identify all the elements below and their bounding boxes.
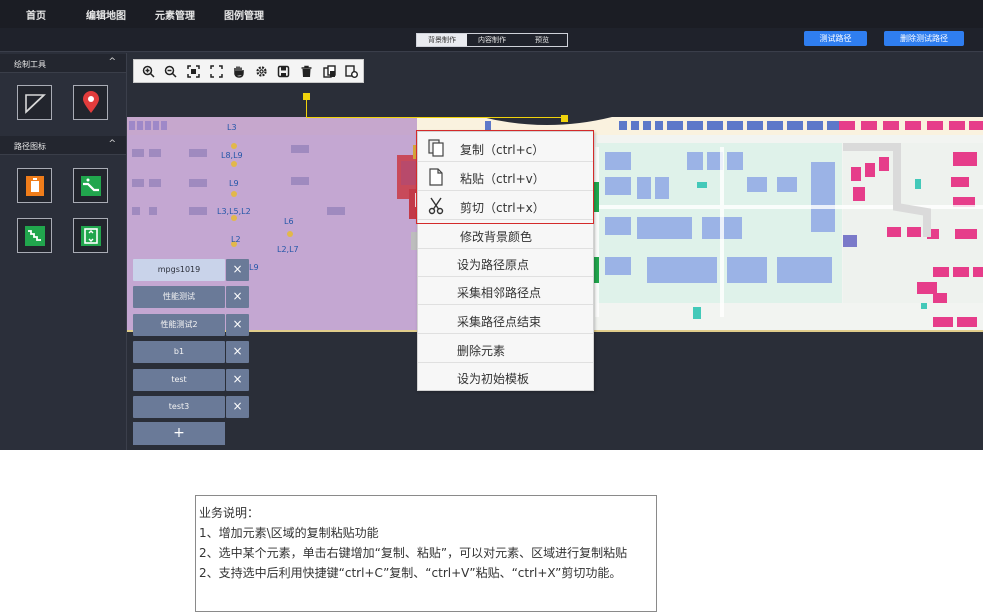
menu-item-finish-collect-points[interactable]: 采集路径点结束 — [418, 306, 593, 334]
selection-handle[interactable] — [303, 93, 310, 100]
menu-item-label: 删除元素 — [457, 344, 506, 358]
add-element-button[interactable]: + — [133, 422, 225, 445]
element-item[interactable]: 性能测试2 — [133, 314, 225, 336]
menu-item-set-path-origin[interactable]: 设为路径原点 — [418, 249, 593, 277]
element-item[interactable]: test — [133, 369, 225, 391]
menu-item-label: 剪切（ctrl+x） — [460, 201, 545, 215]
marker-tool-button[interactable] — [73, 85, 108, 120]
fullscreen-icon[interactable] — [205, 61, 228, 81]
description-line: 1、增加元素\区域的复制粘贴功能 — [199, 526, 379, 540]
close-icon[interactable]: × — [226, 369, 249, 391]
menu-item-change-bg-color[interactable]: 修改背景颜色 — [418, 221, 593, 249]
path-icons-header[interactable]: 路径图标 ^ — [0, 136, 126, 155]
zoom-out-icon[interactable] — [160, 61, 183, 81]
lift-icon — [80, 225, 101, 246]
element-item[interactable]: b1 — [133, 341, 225, 363]
copy-layer-icon[interactable] — [318, 61, 341, 81]
tab-preview[interactable]: 预览 — [517, 34, 567, 46]
menu-item-cut[interactable]: 剪切（ctrl+x） — [418, 192, 593, 220]
map-label: L8,L9 — [221, 151, 243, 160]
map-pin-icon — [82, 90, 99, 113]
context-menu: 复制（ctrl+c） 粘贴（ctrl+v） 剪切（ctrl+x） 修改背景颜色 … — [417, 131, 594, 391]
draw-tools-header[interactable]: 绘制工具 ^ — [0, 54, 126, 73]
save-icon[interactable] — [273, 61, 296, 81]
fit-screen-icon[interactable] — [182, 61, 205, 81]
menu-item-label: 设为初始模板 — [457, 372, 530, 386]
description-box: 业务说明： 1、增加元素\区域的复制粘贴功能 2、选中某个元素，单击右键增加“复… — [195, 495, 657, 612]
test-path-button[interactable]: 测试路径 — [804, 31, 867, 46]
polygon-tool-button[interactable] — [17, 85, 52, 120]
scissors-icon — [428, 197, 444, 215]
trash-icon[interactable] — [295, 61, 318, 81]
map-label: L2,L7 — [277, 245, 299, 254]
menu-item-label: 采集路径点结束 — [457, 315, 542, 329]
menu-item-delete-element[interactable]: 删除元素 — [418, 335, 593, 363]
nav-element-management[interactable]: 元素管理 — [155, 7, 195, 22]
nav-legend-management[interactable]: 图例管理 — [224, 7, 264, 22]
description-line: 2、支持选中后利用快捷键“ctrl+C”复制、“ctrl+V”粘贴、“ctrl+… — [199, 566, 622, 580]
menu-item-label: 复制（ctrl+c） — [460, 143, 545, 157]
close-icon[interactable]: × — [226, 341, 249, 363]
description-line: 2、选中某个元素，单击右键增加“复制、粘贴”，可以对元素、区域进行复制粘贴 — [199, 546, 628, 560]
map-label: L9 — [249, 263, 259, 272]
tab-content[interactable]: 内容制作 — [467, 34, 517, 46]
selection-guide — [307, 117, 562, 118]
menu-item-set-initial-template[interactable]: 设为初始模板 — [418, 363, 593, 391]
menu-item-copy[interactable]: 复制（ctrl+c） — [418, 134, 593, 162]
draw-tools-title: 绘制工具 — [14, 60, 46, 69]
close-icon[interactable]: × — [226, 396, 249, 418]
layer-settings-icon[interactable] — [340, 61, 363, 81]
elevator-path-button[interactable] — [17, 168, 52, 203]
elevator-icon — [25, 175, 44, 196]
selection-handle[interactable] — [561, 115, 568, 122]
element-item[interactable]: mpgs1019 — [133, 259, 225, 281]
stairs-path-button[interactable] — [17, 218, 52, 253]
menu-item-label: 采集相邻路径点 — [457, 286, 542, 300]
sidebar: 绘制工具 ^ 路径图标 ^ — [0, 53, 127, 450]
menu-item-collect-adjacent-points[interactable]: 采集相邻路径点 — [418, 277, 593, 305]
lift-path-button[interactable] — [73, 218, 108, 253]
map-label: L6 — [284, 217, 294, 226]
close-icon[interactable]: × — [226, 286, 249, 308]
chevron-up-icon: ^ — [108, 57, 116, 67]
menu-item-paste[interactable]: 粘贴（ctrl+v） — [418, 163, 593, 191]
map-label: L3,L5,L2 — [217, 207, 251, 216]
paste-icon — [429, 168, 443, 186]
menu-item-label: 粘贴（ctrl+v） — [460, 172, 545, 186]
mode-bar: 背景制作 内容制作 预览 测试路径 删除测试路径 — [0, 28, 983, 52]
element-item[interactable]: test3 — [133, 396, 225, 418]
map-label: L2 — [231, 235, 241, 244]
close-icon[interactable]: × — [226, 259, 249, 281]
mode-switch: 背景制作 内容制作 预览 — [416, 33, 568, 47]
stairs-icon — [24, 225, 45, 246]
nav-home[interactable]: 首页 — [26, 7, 46, 22]
map-label: L3 — [227, 123, 237, 132]
selection-guide — [306, 100, 307, 118]
polygon-icon — [24, 93, 46, 114]
escalator-icon — [80, 175, 101, 196]
zoom-in-icon[interactable] — [137, 61, 160, 81]
top-nav: 首页 编辑地图 元素管理 图例管理 — [0, 0, 983, 28]
map-label: L9 — [229, 179, 239, 188]
delete-test-path-button[interactable]: 删除测试路径 — [884, 31, 964, 46]
escalator-path-button[interactable] — [73, 168, 108, 203]
tab-background[interactable]: 背景制作 — [417, 34, 467, 46]
close-icon[interactable]: × — [226, 314, 249, 336]
canvas-toolbar — [133, 59, 364, 83]
gear-icon[interactable] — [250, 61, 273, 81]
description-title: 业务说明： — [199, 506, 260, 520]
app-window: 首页 编辑地图 元素管理 图例管理 背景制作 内容制作 预览 测试路径 删除测试… — [0, 0, 983, 450]
copy-icon — [428, 139, 444, 157]
chevron-up-icon: ^ — [108, 139, 116, 149]
nav-edit-map[interactable]: 编辑地图 — [86, 7, 126, 22]
hand-pan-icon[interactable] — [227, 61, 250, 81]
path-icons-title: 路径图标 — [14, 142, 46, 151]
menu-item-label: 设为路径原点 — [457, 258, 530, 272]
menu-item-label: 修改背景颜色 — [460, 230, 533, 244]
element-item[interactable]: 性能测试 — [133, 286, 225, 308]
